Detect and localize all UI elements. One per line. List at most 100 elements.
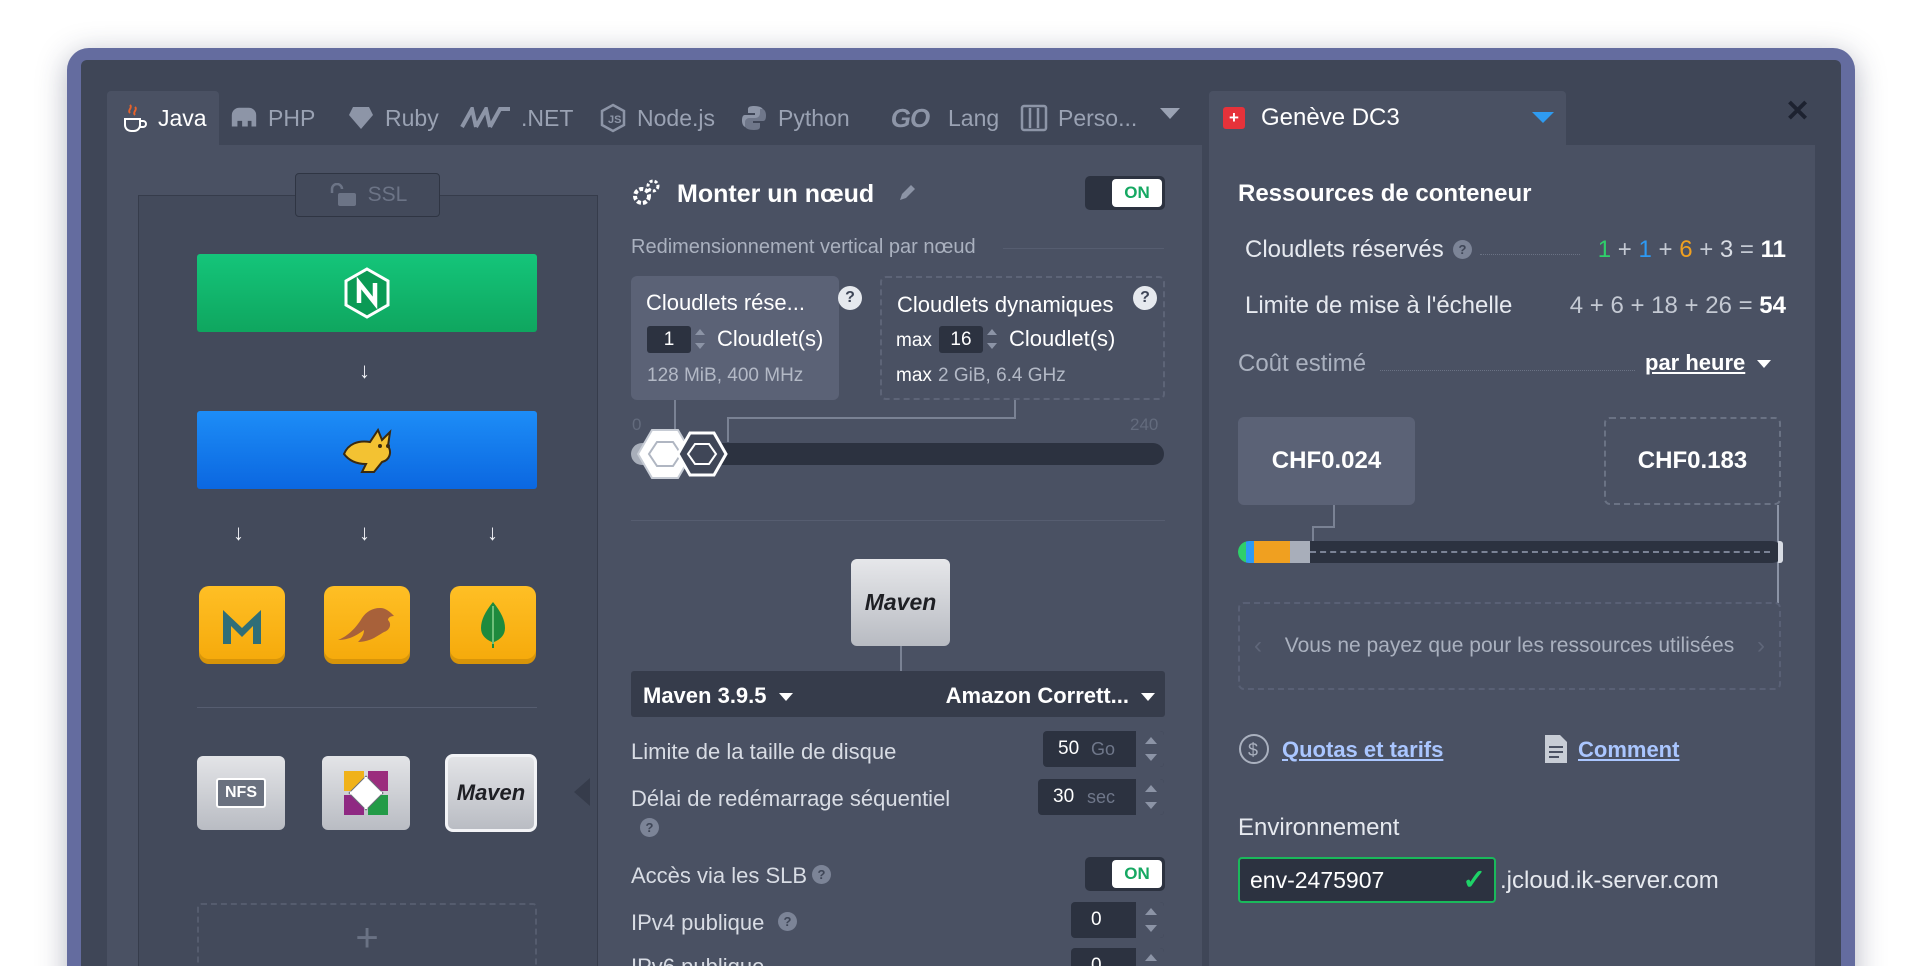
region-selector[interactable]: + Genève DC3 [1209,91,1566,145]
nodejs-icon: JS [598,103,628,133]
centos-node[interactable] [322,756,410,830]
tab-python[interactable]: Python [739,91,850,145]
tab-label: Java [158,104,207,131]
scaling-part: 26 [1705,292,1732,319]
node-toggle[interactable]: ON [1085,176,1165,210]
stack-selectors: Maven 3.9.5 Amazon Corrett... [631,671,1165,717]
restart-delay-value: 30 [1053,786,1075,807]
cost-bar [1238,541,1783,563]
max-specs-prefix: max [896,365,932,386]
tab-ruby[interactable]: Ruby [346,91,439,145]
chevron-down-icon [1532,112,1554,123]
cost-segment-green-blue [1238,541,1254,563]
maven-node[interactable]: Maven [445,754,537,832]
reserved-specs: 128 MiB, 400 MHz [647,365,804,386]
chevron-right-icon[interactable]: › [1757,632,1765,660]
tab-custom[interactable]: Perso... [1019,91,1137,145]
info-carousel: ‹ Vous ne payez que pour les ressources … [1238,602,1781,690]
java-icon [119,103,149,133]
jdk-select[interactable]: Amazon Corrett... [946,683,1155,709]
dynamic-cloudlets-input[interactable]: 16 [939,326,983,353]
arrow-down-icon: ↓ [487,520,498,545]
reserved-cloudlets-input[interactable]: 1 [647,326,691,353]
disk-limit-stepper[interactable]: 50 Go [1043,731,1164,767]
divider [1003,248,1164,249]
app-server-node[interactable] [197,411,537,489]
resources-title: Ressources de conteneur [1238,180,1532,207]
help-icon[interactable]: ? [640,818,659,837]
tab-php[interactable]: PHP [229,91,315,145]
stepper-arrows[interactable] [1136,779,1164,815]
help-icon[interactable]: ? [838,286,862,310]
tab-label: .NET [521,104,574,131]
price-max: CHF0.183 [1604,417,1781,505]
divider [631,520,1165,521]
scaling-part: 6 [1610,292,1624,319]
nfs-node[interactable]: NFS [197,756,285,830]
tab-go[interactable]: GO Lang [881,91,999,145]
document-icon [1545,735,1567,763]
help-icon[interactable]: ? [1453,240,1472,259]
load-balancer-node[interactable] [197,254,537,332]
region-label: Genève DC3 [1261,104,1400,131]
tomcat-icon [342,427,392,473]
slb-toggle[interactable]: ON [1085,857,1165,891]
slider-max: 240 [1130,415,1159,434]
environment-input[interactable]: ✓ [1238,857,1496,903]
stepper-arrows[interactable] [1136,902,1164,938]
scaling-formula: 4 + 6 + 18 + 26 = 54 [1569,292,1786,319]
reserved-spinner[interactable] [693,326,707,352]
ipv6-stepper[interactable]: 0 [1071,948,1164,966]
environment-name-field[interactable] [1250,867,1440,894]
tab-nodejs[interactable]: JS Node.js [598,91,715,145]
mariadb-node[interactable] [199,586,285,664]
connector-line [900,646,902,671]
mongodb-node[interactable] [450,586,536,664]
help-icon[interactable]: ? [1133,286,1157,310]
ssl-label: SSL [367,183,408,206]
comment-link[interactable]: Comment [1578,737,1679,763]
arrow-down-icon: ↓ [359,358,370,383]
ipv4-stepper[interactable]: 0 [1071,902,1164,938]
tab-label: Node.js [637,104,715,131]
centos-icon [344,771,388,815]
chevron-down-icon [778,693,793,702]
chevron-left-icon[interactable]: ‹ [1254,632,1262,660]
scaling-limit-label: Limite de mise à l'échelle [1245,292,1513,319]
php-icon [229,103,259,133]
help-icon[interactable]: ? [812,865,831,884]
dynamic-spinner[interactable] [985,326,999,352]
cost-dashed-line [1310,551,1770,553]
tab-java[interactable]: Java [107,91,219,145]
add-node-button[interactable]: + [197,903,537,966]
ssl-toggle[interactable]: SSL [295,173,440,217]
reserved-part: 1 [1638,236,1652,263]
stepper-arrows[interactable] [1136,948,1164,966]
dotnet-icon [460,103,512,133]
max-label: max [896,330,932,351]
reserved-part: 1 [1597,236,1612,263]
close-icon[interactable]: ✕ [1785,94,1810,129]
quotas-link[interactable]: Quotas et tarifs [1282,737,1443,763]
stepper-arrows[interactable] [1136,731,1164,767]
restart-delay-stepper[interactable]: 30 sec [1038,779,1164,815]
period-select[interactable]: par heure [1645,350,1771,376]
help-icon[interactable]: ? [778,912,797,931]
disk-limit-value: 50 [1058,738,1080,759]
mysql-node[interactable] [324,586,410,664]
pencil-icon[interactable] [898,184,916,202]
estimated-cost-label: Coût estimé [1238,350,1367,377]
tabs-more-dropdown[interactable] [1160,108,1180,119]
ipv4-value: 0 [1091,909,1102,930]
price-min: CHF0.024 [1238,417,1415,505]
dynamic-slider-handle[interactable] [675,430,728,478]
toggle-label: ON [1112,179,1162,207]
custom-icon [1019,103,1049,133]
disk-limit-label: Limite de la taille de disque [631,739,897,764]
environment-label: Environnement [1238,814,1400,841]
gears-icon [633,179,660,205]
restart-delay-unit: sec [1087,787,1116,807]
tab-dotnet[interactable]: .NET [460,91,573,145]
dotted-leader [1480,254,1580,255]
maven-version-select[interactable]: Maven 3.9.5 [643,683,793,709]
